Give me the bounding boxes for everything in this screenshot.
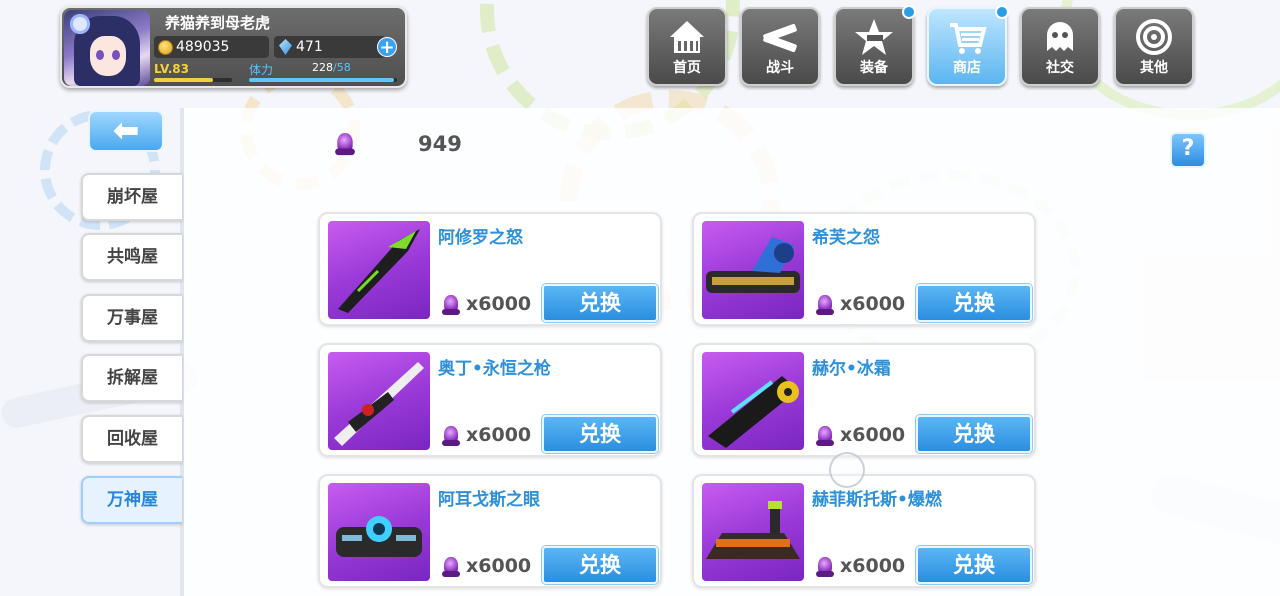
nav-social-button[interactable]: 社交 bbox=[1020, 7, 1100, 86]
nav-other-button[interactable]: 其他 bbox=[1114, 7, 1194, 86]
ghost-icon bbox=[1039, 17, 1081, 57]
notification-dot bbox=[902, 5, 916, 19]
exchange-button[interactable]: 兑换 bbox=[916, 546, 1032, 584]
crystal-balance: 949 bbox=[418, 132, 462, 156]
nav-label: 装备 bbox=[860, 60, 888, 76]
tab-resonance-house[interactable]: 共鸣屋 bbox=[81, 233, 182, 281]
star-gun-icon bbox=[853, 17, 895, 57]
back-button[interactable]: ⬅ bbox=[88, 110, 164, 152]
item-image bbox=[328, 352, 430, 450]
shop-item-card: 奥丁•永恒之枪 x6000 兑换 bbox=[318, 343, 662, 457]
tab-general-store[interactable]: 万事屋 bbox=[81, 294, 182, 342]
shop-item-card: 赫菲斯托斯•爆燃 x6000 兑换 bbox=[692, 474, 1036, 588]
purple-crystal-icon bbox=[816, 555, 834, 577]
shop-item-card: 希芙之怨 x6000 兑换 bbox=[692, 212, 1036, 326]
item-image bbox=[702, 352, 804, 450]
item-price: x6000 bbox=[442, 555, 531, 577]
nav-label: 首页 bbox=[673, 60, 701, 76]
notification-dot bbox=[995, 5, 1009, 19]
item-name: 希芙之怨 bbox=[812, 228, 880, 248]
player-name: 养猫养到母老虎 bbox=[165, 14, 271, 32]
item-image bbox=[702, 221, 804, 319]
avatar[interactable] bbox=[64, 10, 150, 86]
back-arrow-icon: ⬅ bbox=[112, 111, 140, 149]
nav-label: 其他 bbox=[1140, 60, 1168, 76]
house-icon bbox=[666, 17, 708, 57]
stamina-progress-bar bbox=[249, 78, 397, 82]
gem-value: 471 bbox=[296, 39, 323, 55]
gem-counter: 471 bbox=[274, 36, 386, 58]
item-image bbox=[328, 221, 430, 319]
shop-item-card: 阿耳戈斯之眼 x6000 兑换 bbox=[318, 474, 662, 588]
item-price: x6000 bbox=[816, 424, 905, 446]
item-price: x6000 bbox=[442, 293, 531, 315]
exchange-button[interactable]: 兑换 bbox=[916, 284, 1032, 322]
diamond-icon bbox=[279, 39, 292, 55]
item-name: 阿修罗之怒 bbox=[438, 228, 523, 248]
item-price: x6000 bbox=[816, 293, 905, 315]
coin-icon bbox=[158, 40, 173, 55]
nav-equipment-button[interactable]: 装备 bbox=[834, 5, 916, 86]
item-image bbox=[702, 483, 804, 581]
item-name: 赫尔•冰霜 bbox=[812, 359, 891, 379]
purple-crystal-icon bbox=[335, 131, 355, 156]
crossed-guns-icon bbox=[759, 17, 801, 57]
touch-indicator bbox=[829, 452, 865, 488]
nav-home-button[interactable]: 首页 bbox=[647, 7, 727, 86]
target-icon bbox=[1133, 17, 1175, 57]
nav-label: 社交 bbox=[1046, 60, 1074, 76]
item-image bbox=[328, 483, 430, 581]
exchange-button[interactable]: 兑换 bbox=[542, 284, 658, 322]
purple-crystal-icon bbox=[442, 293, 460, 315]
item-name: 奥丁•永恒之枪 bbox=[438, 359, 551, 379]
nav-battle-button[interactable]: 战斗 bbox=[740, 7, 820, 86]
nav-shop-button[interactable]: 商店 bbox=[927, 5, 1009, 86]
shop-item-card: 阿修罗之怒 x6000 兑换 bbox=[318, 212, 662, 326]
add-currency-button[interactable]: + bbox=[377, 37, 397, 57]
stamina-value: 228/58 bbox=[312, 61, 351, 74]
player-level: LV.83 bbox=[154, 62, 189, 76]
exchange-button[interactable]: 兑换 bbox=[542, 546, 658, 584]
tab-dismantle-house[interactable]: 拆解屋 bbox=[81, 354, 182, 402]
exchange-button[interactable]: 兑换 bbox=[916, 415, 1032, 453]
stamina-label: 体力 bbox=[249, 63, 274, 77]
help-button[interactable]: ? bbox=[1170, 132, 1206, 168]
hair-flower-icon bbox=[70, 14, 90, 34]
nav-label: 商店 bbox=[953, 60, 981, 76]
item-name: 赫菲斯托斯•爆燃 bbox=[812, 490, 942, 510]
tab-recycle-house[interactable]: 回收屋 bbox=[81, 415, 182, 463]
tab-pantheon-house[interactable]: 万神屋 bbox=[81, 476, 182, 524]
purple-crystal-icon bbox=[442, 424, 460, 446]
shopping-cart-icon bbox=[946, 17, 988, 57]
coin-value: 489035 bbox=[176, 39, 230, 55]
tab-honkai-house[interactable]: 崩坏屋 bbox=[81, 173, 182, 221]
level-progress-bar bbox=[154, 78, 232, 82]
purple-crystal-icon bbox=[442, 555, 460, 577]
item-name: 阿耳戈斯之眼 bbox=[438, 490, 540, 510]
player-card[interactable]: 养猫养到母老虎 489035 471 + LV.83 体力 228/58 bbox=[60, 6, 407, 88]
exchange-button[interactable]: 兑换 bbox=[542, 415, 658, 453]
nav-label: 战斗 bbox=[766, 60, 794, 76]
purple-crystal-icon bbox=[816, 424, 834, 446]
coin-counter: 489035 bbox=[154, 36, 269, 58]
item-price: x6000 bbox=[816, 555, 905, 577]
shop-item-card: 赫尔•冰霜 x6000 兑换 bbox=[692, 343, 1036, 457]
item-price: x6000 bbox=[442, 424, 531, 446]
purple-crystal-icon bbox=[816, 293, 834, 315]
